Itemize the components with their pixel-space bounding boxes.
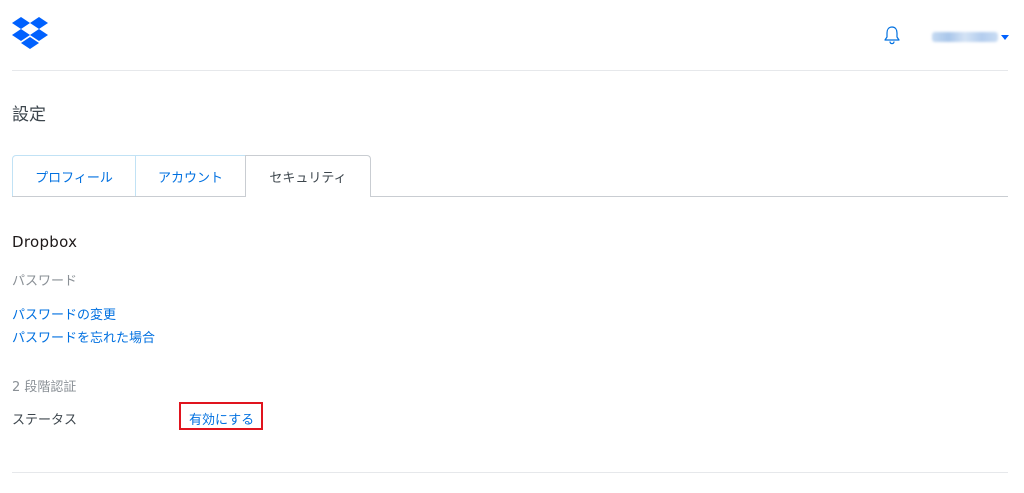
- page-title: 設定: [12, 105, 46, 125]
- header-divider: [12, 70, 1008, 71]
- forgot-password-link[interactable]: パスワードを忘れた場合: [12, 327, 155, 346]
- tabs-divider: [12, 196, 1008, 197]
- highlight-box: [179, 402, 263, 430]
- dropbox-logo-icon[interactable]: [12, 17, 48, 51]
- caret-down-icon[interactable]: [1001, 34, 1009, 40]
- change-password-link[interactable]: パスワードの変更: [12, 304, 116, 323]
- section-title: Dropbox: [12, 233, 78, 251]
- user-name[interactable]: username: [932, 32, 998, 42]
- settings-tabs: プロフィール アカウント セキュリティ: [12, 155, 371, 197]
- status-label: ステータス: [12, 413, 78, 428]
- password-label: パスワード: [12, 274, 78, 289]
- tab-profile[interactable]: プロフィール: [12, 155, 136, 196]
- user-menu[interactable]: username: [932, 30, 1009, 44]
- bell-icon[interactable]: [883, 25, 901, 45]
- tab-account[interactable]: アカウント: [135, 155, 246, 196]
- two-step-verification-label: 2 段階認証: [12, 380, 77, 395]
- tab-security[interactable]: セキュリティ: [245, 155, 371, 197]
- section-divider: [12, 472, 1008, 473]
